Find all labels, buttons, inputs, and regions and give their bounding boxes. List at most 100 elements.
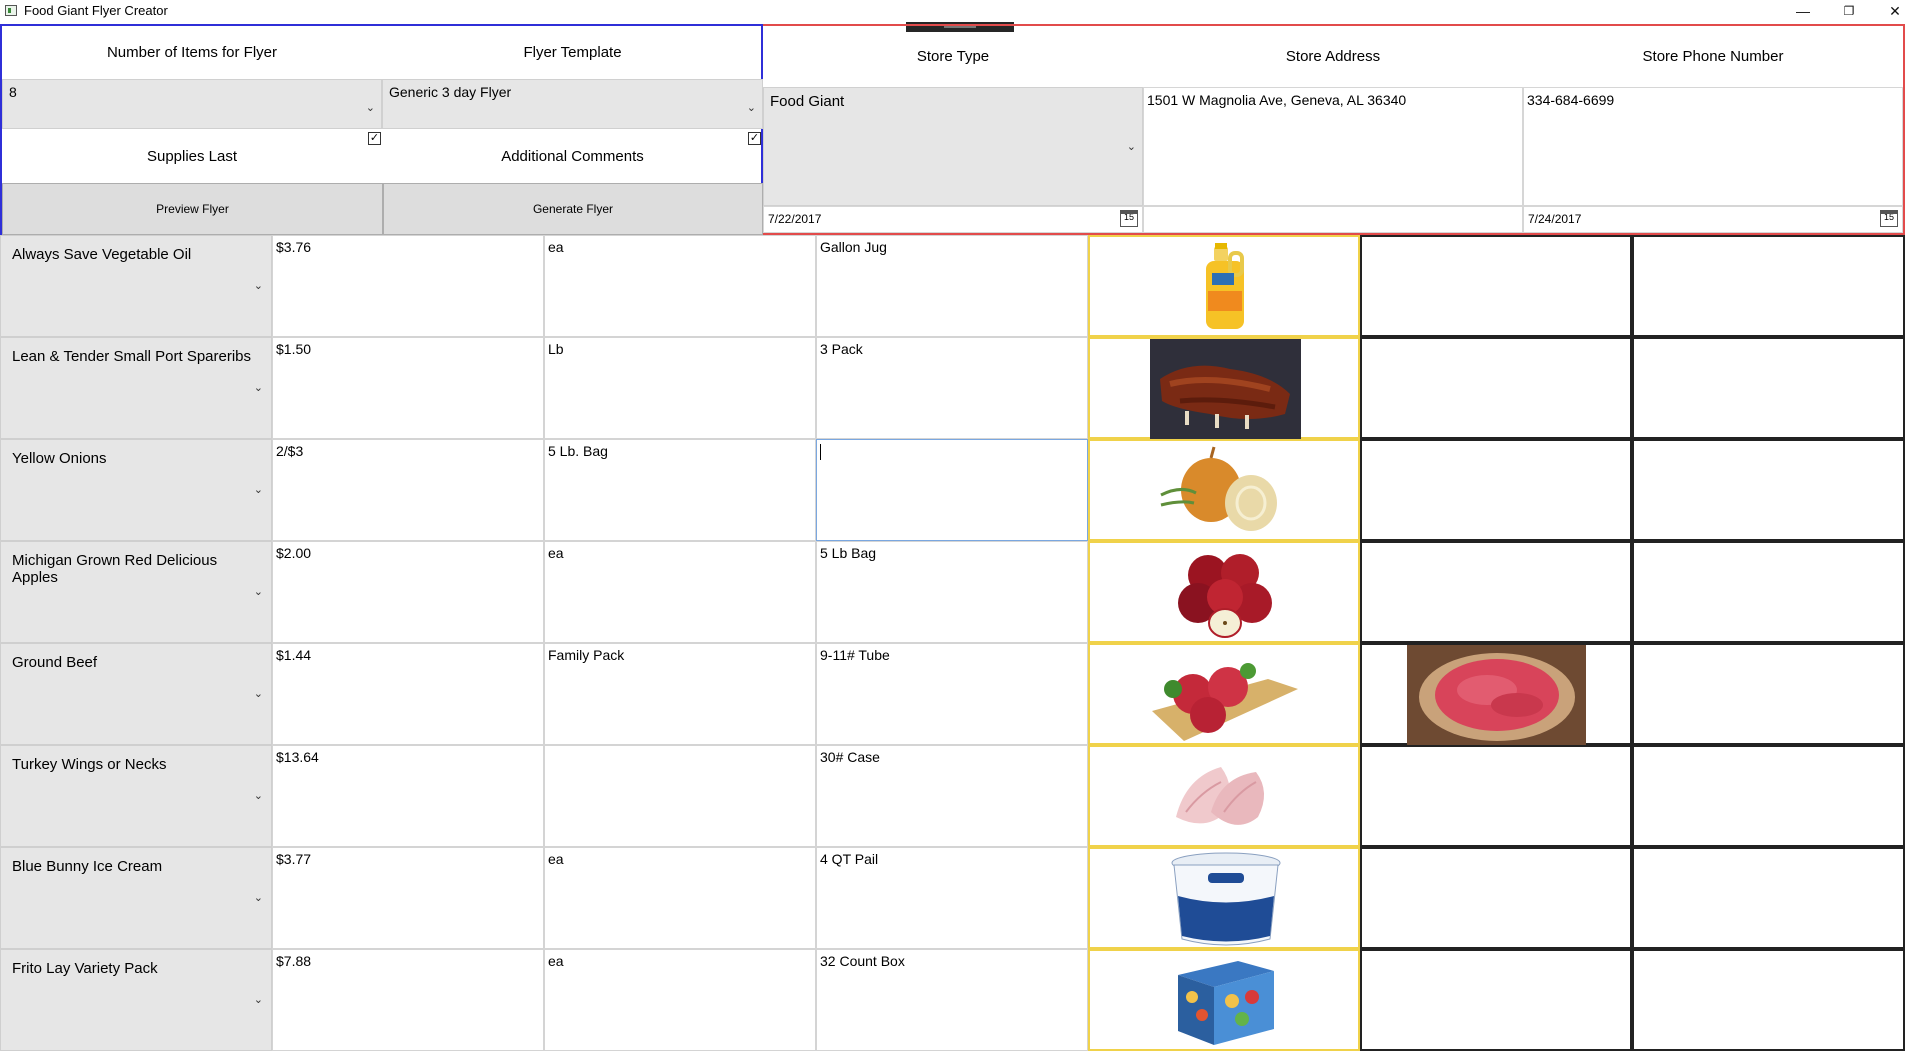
- text-caret: [820, 444, 821, 461]
- unit-input[interactable]: ea: [544, 949, 816, 1051]
- size-input-focused[interactable]: [816, 439, 1088, 541]
- store-address-label: Store Address: [1285, 48, 1381, 65]
- template-dropdown[interactable]: Generic 3 day Flyer ⌄: [382, 79, 763, 129]
- unit-input[interactable]: ea: [544, 541, 816, 643]
- item-image-slot[interactable]: [1088, 643, 1360, 745]
- end-date-picker[interactable]: 7/24/2017 15: [1523, 206, 1903, 233]
- extra-image-slot[interactable]: [1360, 541, 1632, 643]
- store-address-input[interactable]: 1501 W Magnolia Ave, Geneva, AL 36340: [1143, 87, 1523, 206]
- calendar-icon[interactable]: 15: [1880, 210, 1898, 227]
- calendar-icon[interactable]: 15: [1120, 210, 1138, 227]
- extra-image-slot[interactable]: [1632, 439, 1905, 541]
- extra-image-slot[interactable]: [1360, 745, 1632, 847]
- unit-input[interactable]: ea: [544, 847, 816, 949]
- extra-image-slot[interactable]: [1632, 337, 1905, 439]
- chevron-down-icon: ⌄: [365, 102, 375, 114]
- store-type-label: Store Type: [916, 48, 990, 65]
- item-name-dropdown[interactable]: Michigan Grown Red Delicious Apples ⌄: [0, 541, 272, 643]
- item-image-slot[interactable]: [1088, 235, 1360, 337]
- chevron-down-icon: ⌄: [253, 994, 263, 1006]
- item-name-dropdown[interactable]: Ground Beef ⌄: [0, 643, 272, 745]
- price-input[interactable]: $2.00: [272, 541, 544, 643]
- restore-button[interactable]: ❐: [1826, 0, 1872, 22]
- turkey-wings-image: [1176, 767, 1265, 825]
- size-input[interactable]: Gallon Jug: [816, 235, 1088, 337]
- spareribs-image: [1150, 339, 1301, 439]
- price-input[interactable]: $1.44: [272, 643, 544, 745]
- item-name: Michigan Grown Red Delicious Apples: [12, 552, 218, 586]
- flyer-settings-panel: Number of Items for Flyer Flyer Template…: [0, 24, 763, 235]
- table-row: Blue Bunny Ice Cream ⌄ $3.77 ea 4 QT Pai…: [0, 847, 1905, 949]
- additional-comments-checkbox[interactable]: ✓: [748, 132, 761, 145]
- price-input[interactable]: $7.88: [272, 949, 544, 1051]
- extra-image-slot[interactable]: [1360, 235, 1632, 337]
- item-name-dropdown[interactable]: Frito Lay Variety Pack ⌄: [0, 949, 272, 1051]
- size-input[interactable]: 32 Count Box: [816, 949, 1088, 1051]
- generate-flyer-button[interactable]: Generate Flyer: [383, 183, 763, 235]
- minimize-button[interactable]: —: [1780, 0, 1826, 22]
- item-image-slot[interactable]: [1088, 949, 1360, 1051]
- price-input[interactable]: $3.77: [272, 847, 544, 949]
- chevron-down-icon: ⌄: [253, 382, 263, 394]
- item-image-slot[interactable]: [1088, 541, 1360, 643]
- extra-image-slot[interactable]: [1360, 439, 1632, 541]
- unit-input[interactable]: 5 Lb. Bag: [544, 439, 816, 541]
- size-input[interactable]: 30# Case: [816, 745, 1088, 847]
- template-value: Generic 3 day Flyer: [389, 84, 512, 100]
- size-input[interactable]: 3 Pack: [816, 337, 1088, 439]
- price-input[interactable]: 2/$3: [272, 439, 544, 541]
- preview-flyer-button[interactable]: Preview Flyer: [2, 183, 383, 235]
- unit-input[interactable]: Lb: [544, 337, 816, 439]
- table-row: Lean & Tender Small Port Spareribs ⌄ $1.…: [0, 337, 1905, 439]
- end-date-value: 7/24/2017: [1528, 212, 1582, 226]
- app-icon: [5, 5, 17, 16]
- items-count-dropdown[interactable]: 8 ⌄: [2, 79, 382, 129]
- close-button[interactable]: ✕: [1872, 0, 1918, 22]
- item-image-slot[interactable]: [1088, 337, 1360, 439]
- extra-image-slot[interactable]: [1632, 949, 1905, 1051]
- table-row: Yellow Onions ⌄ 2/$3 5 Lb. Bag: [0, 439, 1905, 541]
- price-input[interactable]: $13.64: [272, 745, 544, 847]
- extra-image-slot[interactable]: [1632, 541, 1905, 643]
- store-type-dropdown[interactable]: Food Giant ⌄: [763, 87, 1143, 206]
- extra-image-slot[interactable]: [1360, 643, 1632, 745]
- item-name-dropdown[interactable]: Turkey Wings or Necks ⌄: [0, 745, 272, 847]
- size-input[interactable]: 4 QT Pail: [816, 847, 1088, 949]
- item-name-dropdown[interactable]: Lean & Tender Small Port Spareribs ⌄: [0, 337, 272, 439]
- item-image-slot[interactable]: [1088, 439, 1360, 541]
- item-name-dropdown[interactable]: Blue Bunny Ice Cream ⌄: [0, 847, 272, 949]
- item-name-dropdown[interactable]: Always Save Vegetable Oil ⌄: [0, 235, 272, 337]
- title-bar: Food Giant Flyer Creator — ❐ ✕: [0, 0, 1920, 22]
- extra-image-slot[interactable]: [1632, 847, 1905, 949]
- extra-image-slot[interactable]: [1632, 235, 1905, 337]
- extra-image-slot[interactable]: [1360, 337, 1632, 439]
- chevron-down-icon: ⌄: [253, 586, 263, 598]
- table-row: Turkey Wings or Necks ⌄ $13.64 30# Case: [0, 745, 1905, 847]
- store-phone-input[interactable]: 334-684-6699: [1523, 87, 1903, 206]
- chevron-down-icon: ⌄: [1126, 141, 1136, 153]
- ground-beef-image: [1407, 645, 1586, 745]
- additional-comments-label: Additional Comments: [501, 148, 644, 165]
- supplies-last-checkbox[interactable]: ✓: [368, 132, 381, 145]
- unit-input[interactable]: ea: [544, 235, 816, 337]
- store-type-value: Food Giant: [770, 93, 845, 110]
- size-input[interactable]: 9-11# Tube: [816, 643, 1088, 745]
- extra-image-slot[interactable]: [1632, 643, 1905, 745]
- item-name: Blue Bunny Ice Cream: [12, 858, 163, 875]
- price-input[interactable]: $3.76: [272, 235, 544, 337]
- template-label: Flyer Template: [523, 44, 622, 61]
- unit-input[interactable]: Family Pack: [544, 643, 816, 745]
- empty-field[interactable]: [1143, 206, 1523, 233]
- extra-image-slot[interactable]: [1632, 745, 1905, 847]
- item-image-slot[interactable]: [1088, 847, 1360, 949]
- unit-input[interactable]: [544, 745, 816, 847]
- size-input[interactable]: 5 Lb Bag: [816, 541, 1088, 643]
- item-image-slot[interactable]: [1088, 745, 1360, 847]
- price-input[interactable]: $1.50: [272, 337, 544, 439]
- chevron-down-icon: ⌄: [253, 688, 263, 700]
- item-name-dropdown[interactable]: Yellow Onions ⌄: [0, 439, 272, 541]
- table-row: Always Save Vegetable Oil ⌄ $3.76 ea Gal…: [0, 235, 1905, 337]
- start-date-picker[interactable]: 7/22/2017 15: [763, 206, 1143, 233]
- extra-image-slot[interactable]: [1360, 949, 1632, 1051]
- extra-image-slot[interactable]: [1360, 847, 1632, 949]
